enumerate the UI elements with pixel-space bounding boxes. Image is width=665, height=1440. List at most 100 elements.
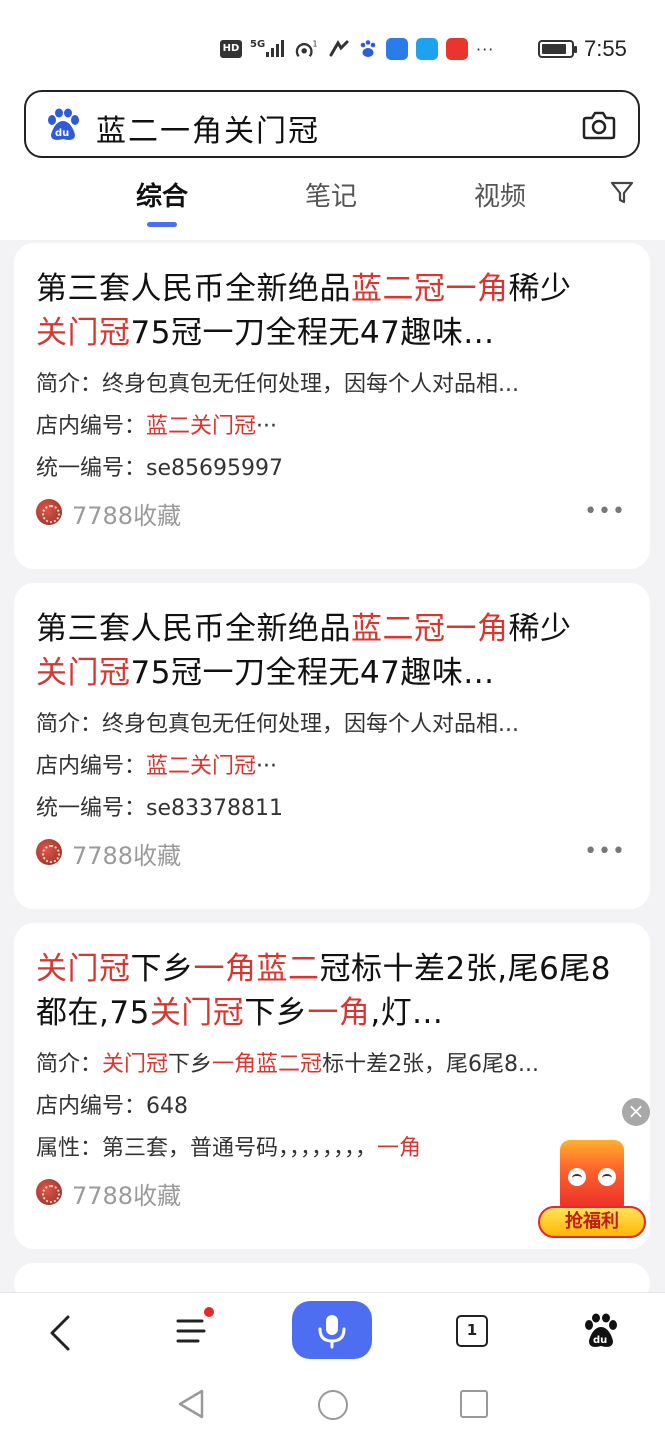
- active-tab-indicator: [147, 222, 177, 227]
- shop-id-value: 蓝二关门冠: [146, 754, 257, 779]
- result-footer: 7788收藏 •••: [36, 491, 628, 535]
- shop-id-row: 店内编号：648: [36, 1091, 628, 1123]
- system-navigation-bar: [0, 1370, 665, 1440]
- filter-icon[interactable]: [610, 180, 634, 206]
- camera-icon[interactable]: [582, 109, 616, 141]
- title-highlight[interactable]: 关门冠: [36, 315, 131, 351]
- title-text[interactable]: 下乡: [244, 995, 307, 1031]
- title-text[interactable]: 第三套人民币全新绝品: [36, 611, 351, 647]
- hd-icon: HD: [220, 40, 242, 58]
- hotspot-icon: 1: [295, 39, 318, 58]
- signal-icon: 5G: [250, 39, 284, 59]
- intro-text: 下乡: [168, 1052, 213, 1077]
- system-back-icon[interactable]: [176, 1388, 206, 1420]
- promo-widget[interactable]: 抢福利: [538, 1136, 646, 1240]
- intro-row: 简介：终身包真包无任何处理，因每个人对品相...: [36, 369, 628, 401]
- title-highlight[interactable]: 一角: [307, 995, 370, 1031]
- baidu-logo-icon[interactable]: du: [46, 108, 80, 142]
- search-header: du 蓝二一角关门冠 综合 笔记 视频: [0, 80, 665, 240]
- intro-highlight: 一角蓝二冠: [212, 1052, 323, 1077]
- voice-search-button[interactable]: [292, 1301, 372, 1359]
- battery-icon: [538, 40, 577, 58]
- intro-label: 简介：: [36, 712, 103, 737]
- system-home-icon[interactable]: [318, 1390, 348, 1420]
- intro-label: 简介：: [36, 1052, 103, 1077]
- search-input[interactable]: 蓝二一角关门冠: [96, 106, 320, 150]
- title-highlight[interactable]: 蓝二冠一角: [351, 611, 509, 647]
- uid-row: 统一编号：se85695997: [36, 453, 628, 485]
- status-bar: HD 5G 1 ··· 7:55: [0, 0, 665, 80]
- more-options-icon[interactable]: •••: [584, 839, 626, 864]
- title-text[interactable]: 第三套人民币全新绝品: [36, 271, 351, 307]
- menu-icon[interactable]: [176, 1315, 210, 1347]
- baidu-paw-icon: [360, 40, 376, 57]
- shop-id-ellipsis: ···: [256, 754, 278, 779]
- title-text[interactable]: ,灯...: [370, 995, 443, 1031]
- uid-value: se85695997: [146, 456, 283, 481]
- shop-id-label: 店内编号：: [36, 1094, 147, 1119]
- svg-text:du: du: [55, 128, 69, 139]
- title-highlight[interactable]: 蓝二冠一角: [351, 271, 509, 307]
- shop-id-label: 店内编号：: [36, 414, 147, 439]
- title-text[interactable]: 稀少: [509, 271, 572, 307]
- tab-all[interactable]: 综合: [136, 176, 188, 213]
- title-text[interactable]: 75冠一刀全程无47趣味...: [131, 655, 495, 691]
- shop-id-value: 648: [146, 1094, 189, 1119]
- attributes-label: 属性：: [36, 1136, 103, 1161]
- search-bar[interactable]: du 蓝二一角关门冠: [24, 90, 640, 158]
- more-options-icon[interactable]: •••: [584, 499, 626, 524]
- source-name[interactable]: 7788收藏: [72, 836, 181, 871]
- shop-id-ellipsis: ···: [256, 414, 278, 439]
- title-text[interactable]: 75冠一刀全程无47趣味...: [131, 315, 495, 351]
- source-name[interactable]: 7788收藏: [72, 496, 181, 531]
- shop-id-label: 店内编号：: [36, 754, 147, 779]
- result-card[interactable]: 第三套人民币全新绝品蓝二冠一角稀少关门冠75冠一刀全程无47趣味... 简介：终…: [14, 243, 650, 569]
- intro-highlight: 关门冠: [102, 1052, 169, 1077]
- source-avatar-icon: [36, 1179, 62, 1205]
- intro-row: 简介：终身包真包无任何处理，因每个人对品相...: [36, 709, 628, 741]
- uid-label: 统一编号：: [36, 456, 147, 481]
- title-text[interactable]: 稀少: [509, 611, 572, 647]
- svg-text:du: du: [593, 1335, 607, 1346]
- status-icons: HD 5G 1 ···: [220, 36, 494, 62]
- shop-id-value: 蓝二关门冠: [146, 414, 257, 439]
- result-title[interactable]: 第三套人民币全新绝品蓝二冠一角稀少关门冠75冠一刀全程无47趣味...: [36, 267, 628, 355]
- back-icon[interactable]: [46, 1313, 76, 1353]
- nfc-icon: [329, 40, 349, 57]
- shop-id-row: 店内编号：蓝二关门冠···: [36, 411, 628, 443]
- tab-videos[interactable]: 视频: [474, 176, 526, 213]
- search-app-icon: [416, 38, 438, 60]
- uid-value: se83378811: [146, 796, 283, 821]
- baidu-home-icon[interactable]: du: [584, 1313, 618, 1349]
- title-highlight[interactable]: 关门冠: [36, 951, 131, 987]
- shop-id-row: 店内编号：蓝二关门冠···: [36, 751, 628, 783]
- intro-row: 简介：关门冠下乡一角蓝二冠标十差2张，尾6尾8...: [36, 1049, 628, 1081]
- intro-label: 简介：: [36, 372, 103, 397]
- more-notifications-icon: ···: [476, 39, 495, 59]
- promo-close-button[interactable]: ×: [622, 1098, 650, 1126]
- red-envelope-icon[interactable]: [560, 1140, 624, 1214]
- network-type: 5G: [250, 39, 266, 50]
- title-highlight[interactable]: 一角蓝二: [194, 951, 320, 987]
- source-name[interactable]: 7788收藏: [72, 1176, 181, 1211]
- notification-dot: [204, 1307, 214, 1317]
- title-highlight[interactable]: 关门冠: [150, 995, 245, 1031]
- result-footer: 7788收藏 •••: [36, 831, 628, 875]
- tab-count-button[interactable]: 1: [456, 1315, 488, 1347]
- hotspot-badge: 1: [312, 39, 317, 48]
- result-title[interactable]: 第三套人民币全新绝品蓝二冠一角稀少关门冠75冠一刀全程无47趣味...: [36, 607, 628, 695]
- intro-text: 标十差2张，尾6尾8...: [322, 1052, 540, 1077]
- title-text[interactable]: 下乡: [131, 951, 194, 987]
- app-notify-icon: [386, 38, 408, 60]
- promo-label[interactable]: 抢福利: [538, 1206, 646, 1238]
- result-title[interactable]: 关门冠下乡一角蓝二冠标十差2张,尾6尾8都在,75关门冠下乡一角,灯...: [36, 947, 628, 1035]
- clock: 7:55: [584, 36, 627, 61]
- attributes-text: 第三套，普通号码，，，，，，，，: [102, 1136, 378, 1161]
- result-card[interactable]: 第三套人民币全新绝品蓝二冠一角稀少关门冠75冠一刀全程无47趣味... 简介：终…: [14, 583, 650, 909]
- tab-notes[interactable]: 笔记: [305, 176, 357, 213]
- attributes-highlight: 一角: [377, 1136, 422, 1161]
- system-recents-icon[interactable]: [460, 1390, 488, 1418]
- title-highlight[interactable]: 关门冠: [36, 655, 131, 691]
- source-avatar-icon: [36, 839, 62, 865]
- microphone-icon: [318, 1315, 346, 1349]
